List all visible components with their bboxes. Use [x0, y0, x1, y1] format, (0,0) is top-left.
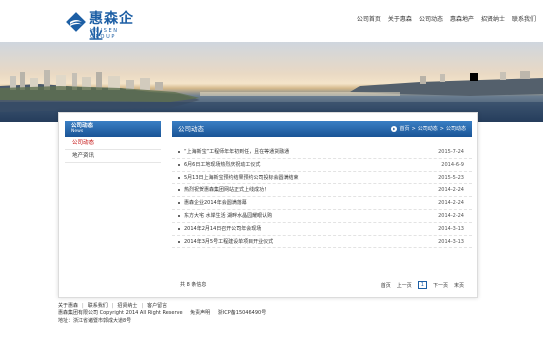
sidebar: 公司动态 News 公司动态 地产资讯: [65, 121, 161, 163]
article-date: 2014-6-9: [441, 161, 464, 168]
bullet-icon: [178, 151, 180, 153]
article-date: 2015-7-24: [438, 149, 464, 155]
footer-separator: |: [111, 303, 114, 309]
article-title[interactable]: 2014年2月14日召开公司年会现场: [184, 226, 261, 232]
article-title[interactable]: 5月13日上海新宝预约结果预约公司投标会圆满结束: [184, 175, 299, 181]
pagination: 首页 上一页 1 下一页 末页: [375, 281, 464, 289]
bullet-icon: [178, 163, 180, 166]
footer-separator: |: [82, 303, 84, 309]
footer-copyright-line: 惠森集团有限公司 Copyright 2014 All Right Reserv…: [58, 310, 488, 318]
bullet-icon: [178, 227, 180, 230]
nav-news[interactable]: 公司动态: [419, 16, 443, 24]
page-title: 公司动态: [178, 125, 204, 133]
bullet-icon: [178, 202, 180, 205]
article-date: 2014-2-24: [438, 200, 464, 207]
list-item[interactable]: 东方大宅 水岸生活 湖畔水晶园耀眼认购 2014-2-24: [172, 210, 472, 223]
logo[interactable]: 惠森企业 HUISEN GROUP: [66, 11, 146, 43]
pager-prev[interactable]: 上一页: [397, 282, 412, 289]
main-content: 公司动态 首页 > 公司动态 > 公司动态 “上海新宝”工程师年年初到任，且在等…: [172, 121, 472, 289]
bullet-icon: [178, 214, 180, 217]
logo-mark-icon: [66, 12, 86, 32]
nav-home[interactable]: 公司首页: [357, 16, 381, 24]
article-title[interactable]: 东方大宅 水岸生活 湖畔水晶园耀眼认购: [184, 213, 272, 219]
header: 惠森企业 HUISEN GROUP 公司首页 关于惠森 公司动态 惠森地产 招贤…: [0, 0, 543, 43]
nav-jobs[interactable]: 招贤纳士: [481, 16, 505, 24]
pager-first[interactable]: 首页: [381, 282, 391, 289]
main-header: 公司动态 首页 > 公司动态 > 公司动态: [172, 121, 472, 137]
banner-image: [0, 42, 543, 122]
copyright-text: 惠森集团有限公司 Copyright 2014 All Right Reserv…: [58, 310, 183, 316]
footer-link-message[interactable]: 客户留言: [147, 303, 167, 310]
list-item[interactable]: 5月13日上海新宝预约结果预约公司投标会圆满结束 2015-5-23: [172, 172, 472, 185]
article-date: 2014-2-24: [438, 212, 464, 219]
footer-address: 地址：浙江省诸暨市郭成大道8号: [58, 317, 132, 324]
pager-current[interactable]: 1: [417, 281, 427, 289]
footer-links: 关于惠森 | 联系我们 | 招贤纳士 | 客户留言: [58, 303, 488, 310]
breadcrumb-home[interactable]: 首页: [400, 126, 410, 132]
sidebar-item-news[interactable]: 公司动态: [65, 137, 161, 150]
list-item[interactable]: 2014年3月5号工程建设单项目开业仪式 2014-3-13: [172, 236, 472, 249]
article-title[interactable]: 6月6日工地现场热烈庆祝动工仪式: [184, 162, 260, 168]
article-list: “上海新宝”工程师年年初到任，且在等通货融通 2015-7-24 6月6日工地现…: [172, 146, 472, 249]
article-date: 2015-5-23: [438, 174, 464, 181]
nav-realestate[interactable]: 惠森地产: [450, 16, 474, 24]
footer: 关于惠森 | 联系我们 | 招贤纳士 | 客户留言 惠森集团有限公司 Copyr…: [58, 303, 488, 325]
sidebar-header: 公司动态 News: [65, 121, 161, 137]
pager-last[interactable]: 末页: [454, 282, 464, 289]
list-item[interactable]: 惠森企业2014年会圆满落幕 2014-2-24: [172, 197, 472, 210]
bullet-icon: [178, 176, 180, 179]
footer-link-about[interactable]: 关于惠森: [58, 303, 78, 310]
article-title[interactable]: 2014年3月5号工程建设单项目开业仪式: [184, 239, 273, 245]
breadcrumb-separator: >: [439, 126, 444, 132]
breadcrumb-separator: >: [411, 126, 416, 132]
footer-separator: |: [141, 303, 144, 309]
bullet-icon: [178, 189, 180, 192]
home-icon: [390, 126, 397, 132]
disclaimer-link[interactable]: 免责声明: [190, 310, 210, 316]
sidebar-item-realestate-info[interactable]: 地产资讯: [65, 150, 161, 163]
list-item[interactable]: 2014年2月14日召开公司年会现场 2014-3-13: [172, 223, 472, 236]
article-title[interactable]: 热烈祝贺惠森集团网站正式上线成功！: [184, 187, 269, 193]
article-title[interactable]: “上海新宝”工程师年年初到任，且在等通货融通: [184, 149, 289, 155]
logo-subtitle: HUISEN GROUP: [90, 28, 119, 40]
footer-link-jobs[interactable]: 招贤纳士: [117, 303, 137, 310]
article-title[interactable]: 惠森企业2014年会圆满落幕: [184, 200, 247, 206]
breadcrumb-current: 公司动态: [445, 126, 466, 132]
pager-next[interactable]: 下一页: [433, 282, 448, 289]
nav-contact[interactable]: 联系我们: [512, 16, 536, 24]
article-date: 2014-3-13: [438, 238, 464, 245]
article-date: 2014-3-13: [438, 225, 464, 232]
main-nav: 公司首页 关于惠森 公司动态 惠森地产 招贤纳士 联系我们: [350, 16, 536, 24]
bullet-icon: [178, 240, 180, 243]
page: 惠森企业 HUISEN GROUP 公司首页 关于惠森 公司动态 惠森地产 招贤…: [0, 0, 543, 340]
nav-about[interactable]: 关于惠森: [388, 16, 412, 24]
total-count: 共 8 条信息: [180, 282, 207, 288]
article-date: 2014-2-24: [438, 187, 464, 194]
footer-link-contact[interactable]: 联系我们: [88, 303, 108, 310]
icp-number[interactable]: 浙ICP备15046490号: [218, 310, 266, 316]
content-panel: 公司动态 News 公司动态 地产资讯 公司动态 首页 > 公司动态 > 公司动: [58, 112, 478, 298]
list-item[interactable]: 热烈祝贺惠森集团网站正式上线成功！ 2014-2-24: [172, 184, 472, 198]
list-item[interactable]: 6月6日工地现场热烈庆祝动工仪式 2014-6-9: [172, 159, 472, 172]
breadcrumb: 首页 > 公司动态 > 公司动态: [390, 126, 466, 132]
list-item[interactable]: “上海新宝”工程师年年初到任，且在等通货融通 2015-7-24: [172, 146, 472, 159]
breadcrumb-section[interactable]: 公司动态: [418, 126, 438, 132]
sidebar-title-en: News: [71, 129, 84, 134]
